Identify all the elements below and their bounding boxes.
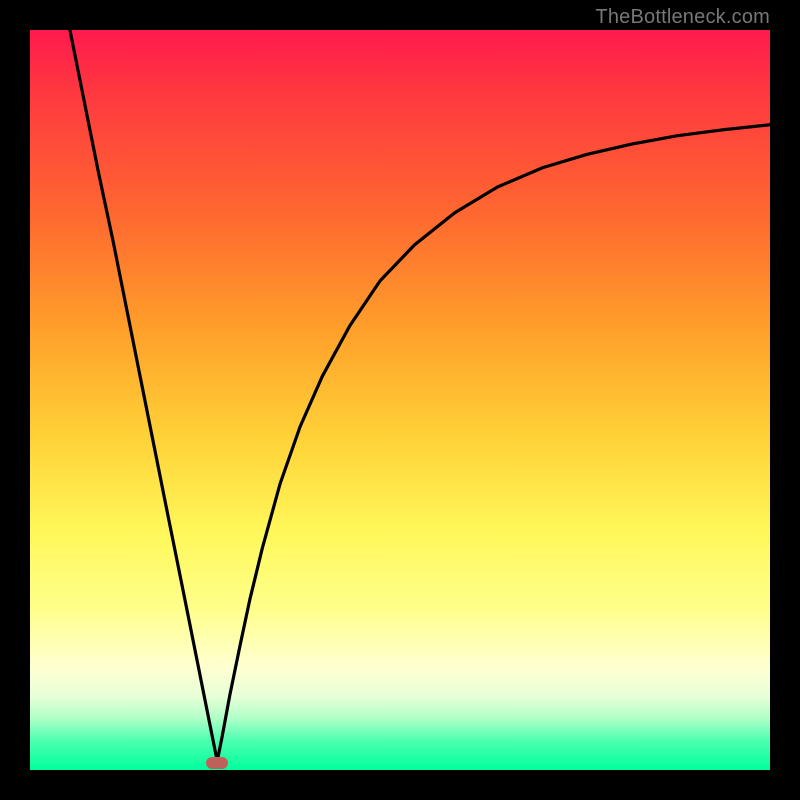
- plot-frame: [30, 30, 770, 770]
- attribution-text: TheBottleneck.com: [595, 6, 770, 29]
- optimum-marker: [206, 757, 228, 769]
- curve-plot: [30, 30, 770, 770]
- bottleneck-curve: [70, 30, 770, 761]
